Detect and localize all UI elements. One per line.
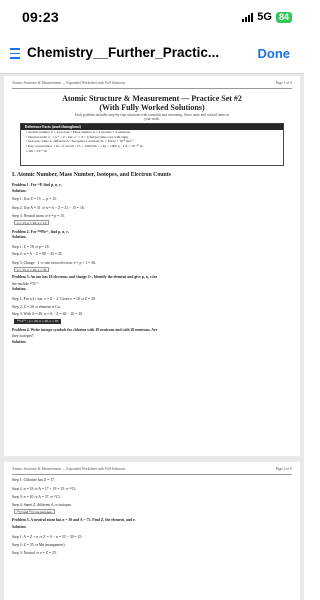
problem-heading: Problem 4. Write isotope symbols for chl… [12, 328, 158, 332]
worksheet-subtitle-line-2: your work. [144, 117, 160, 122]
done-button[interactable]: Done [258, 46, 291, 61]
solution-step: Step 4: Same Z, different A ⇒ isotopes. [12, 503, 72, 507]
running-header-page: Page 2 of 6 [275, 467, 292, 471]
answer-box: ⁴⁰Ca²⁺ : p = 20, n = 20, e = 18 [14, 319, 62, 324]
worksheet-title-line-2: (With Fully Worked Solutions) [99, 102, 205, 112]
solution-step: Step 1: Z = 18 ⇒ p = 18. [12, 245, 50, 249]
nav-bar: Chemistry__Further_Practic... Done [0, 36, 304, 74]
section-heading: I. Atomic Number, Mass Number, Isotopes,… [12, 172, 171, 178]
solution-step: Step 1: Chlorine has Z = 17. [12, 478, 55, 482]
document-viewer[interactable]: Atomic Structure & Measurement — Expande… [0, 74, 304, 600]
reference-fact: 1 nm = 10⁻⁹ m [26, 148, 47, 153]
reference-facts-box: Reference Facts (used throughout) • Atom… [20, 123, 284, 166]
document-page-2: Atomic Structure & Measurement — Expande… [4, 462, 300, 600]
document-page-1: Atomic Structure & Measurement — Expande… [4, 76, 300, 456]
problem-heading: Problem 2. For ²⁰⁸Pb²⁺, find p, n, e. [12, 230, 69, 234]
solution-step: Step 2: n = A − Z = 80 − 45 = 45. [12, 252, 63, 256]
status-indicators: 5G 84 [242, 11, 292, 23]
answer-box: ³⁵Cl and ³⁷Cl are isotopes. [14, 509, 56, 514]
solution-step: Step 1: For a 2+ ion, e = Z − 2. Given e… [12, 297, 97, 301]
solution-label: Solution. [12, 340, 27, 344]
problem-text: they isotopes? [12, 334, 34, 338]
worksheet-subtitle: Each problem includes step-by-step solut… [34, 113, 270, 122]
problem-heading: Problem 5. A neutral atom has n = 30 and… [12, 518, 136, 522]
solution-label: Solution. [12, 189, 27, 193]
battery-icon: 84 [275, 11, 292, 23]
solution-label: Solution. [12, 235, 27, 239]
running-header-title: Atomic Structure & Measurement — Expande… [12, 81, 126, 85]
solution-step: Step 3: With A = 40, n = A − Z = 40 − 20… [12, 312, 84, 316]
network-type: 5G [257, 11, 272, 23]
solution-step: Step 3: Neutral atom ⇒ e = p = 15. [12, 214, 66, 218]
solution-step: Step 1: Use Z = 15 → p = 15. [12, 197, 57, 201]
solution-label: Solution. [12, 525, 27, 529]
problem-heading: Problem 1. For ³¹P, find p, n, e. [12, 183, 62, 187]
answer-box: p = 15, n = 16, e = 15 [14, 220, 50, 225]
solution-step: Step 3: Neutral ⇒ e = Z = 25. [12, 551, 57, 555]
status-bar: 09:23 5G 84 [0, 0, 304, 36]
problem-heading: Problem 3. An ion has 18 electrons and c… [12, 275, 158, 279]
solution-step: Step 3: Charge −1 ⇒ one extra electron: … [12, 261, 97, 265]
signal-strength-icon [242, 12, 254, 22]
status-time: 09:23 [22, 9, 59, 25]
list-icon[interactable] [10, 48, 20, 59]
solution-step: Step 1: A = Z + n ⇒ Z = A − n = 55 − 30 … [12, 535, 83, 539]
solution-step: Step 2: Z = 20 ⇒ element is Ca. [12, 305, 61, 309]
running-header: Atomic Structure & Measurement — Expande… [12, 81, 292, 89]
solution-step: Step 3: n = 20 ⇒ A = 37 ⇒ ³⁷Cl. [12, 495, 61, 499]
answer-box: p = 35, n = 45, e = 36 [14, 267, 50, 272]
worksheet-title: Atomic Structure & Measurement — Practic… [4, 94, 300, 112]
problem-text: the nuclide ⁴⁰X²⁺. [12, 282, 40, 286]
running-header-page: Page 1 of 6 [275, 81, 292, 85]
solution-step: Step 2: Use A = 31 ⇒ n = A − Z = 31 − 15… [12, 206, 85, 210]
solution-step: Step 2: n = 18 ⇒ A = 17 + 18 = 35 ⇒ ³⁵Cl… [12, 487, 77, 491]
solution-step: Step 2: Z = 25 ⇒ Mn (manganese). [12, 543, 66, 547]
document-title: Chemistry__Further_Practic... [27, 45, 220, 60]
running-header: Atomic Structure & Measurement — Expande… [12, 467, 292, 475]
solution-label: Solution. [12, 287, 27, 291]
running-header-title: Atomic Structure & Measurement — Expande… [12, 467, 126, 471]
